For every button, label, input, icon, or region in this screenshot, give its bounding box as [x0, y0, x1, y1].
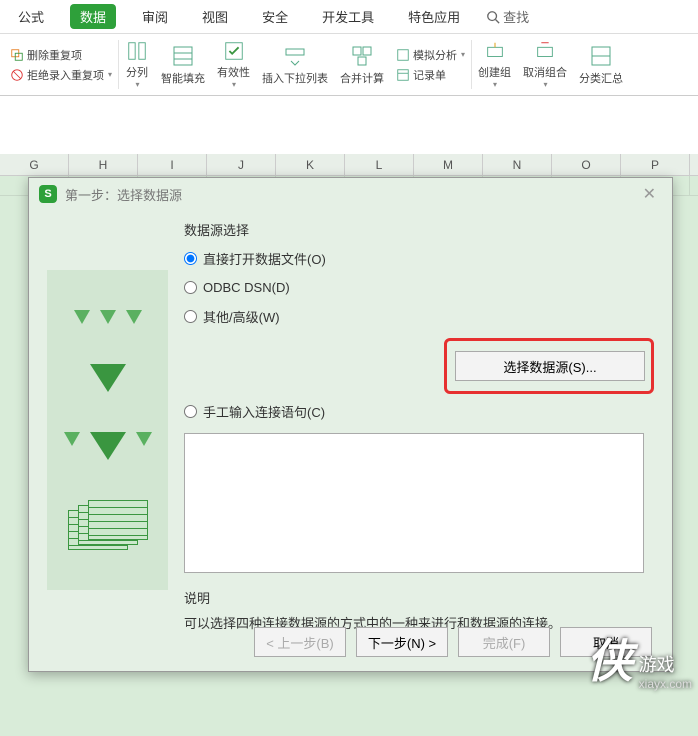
radio-manual[interactable]: 手工输入连接语句(C)	[184, 402, 654, 421]
tab-formula[interactable]: 公式	[10, 4, 52, 29]
ungroup-icon	[533, 40, 557, 62]
watermark-sub: 游戏	[639, 651, 692, 677]
consolidate-icon	[350, 44, 374, 68]
delete-duplicates-button[interactable]: 删除重复项	[10, 45, 112, 65]
watermark-url: xiayx.com	[639, 677, 692, 691]
subtotal-button[interactable]: 分类汇总	[573, 40, 629, 89]
radio-manual-input[interactable]	[184, 405, 197, 418]
description-label: 说明	[184, 588, 654, 607]
radio-other-input[interactable]	[184, 310, 197, 323]
col-header[interactable]: H	[69, 154, 138, 175]
split-icon	[125, 40, 149, 62]
delete-duplicates-icon	[10, 48, 24, 62]
col-header[interactable]: M	[414, 154, 483, 175]
search-icon	[486, 10, 500, 24]
smart-fill-icon	[171, 44, 195, 68]
consolidate-button[interactable]: 合并计算	[334, 40, 390, 89]
app-logo-icon: S	[39, 185, 57, 203]
toolbar-group-analysis: 模拟分析▾ 记录单	[390, 40, 472, 89]
close-button[interactable]: ✕	[637, 184, 662, 204]
column-headers: G H I J K L M N O P	[0, 154, 698, 176]
record-form-button[interactable]: 记录单	[396, 65, 465, 85]
subtotal-icon	[589, 44, 613, 68]
radio-odbc[interactable]: ODBC DSN(D)	[184, 280, 654, 295]
dialog-titlebar: S 第一步：选择数据源 ✕	[29, 178, 672, 210]
finish-button: 完成(F)	[458, 627, 550, 657]
radio-odbc-input[interactable]	[184, 281, 197, 294]
col-header[interactable]: G	[0, 154, 69, 175]
reject-duplicates-icon	[10, 68, 24, 82]
search-label: 查找	[503, 7, 529, 26]
reject-duplicates-button[interactable]: 拒绝录入重复项▾	[10, 65, 112, 85]
col-header[interactable]: J	[207, 154, 276, 175]
smart-fill-button[interactable]: 智能填充	[155, 40, 211, 89]
chevron-down-icon: ▾	[108, 70, 112, 79]
connection-string-textarea[interactable]	[184, 433, 644, 573]
validity-icon	[222, 40, 246, 62]
tab-view[interactable]: 视图	[194, 4, 236, 29]
dialog-illustration	[47, 270, 168, 590]
col-header[interactable]: I	[138, 154, 207, 175]
create-group-icon	[483, 40, 507, 62]
col-header[interactable]: O	[552, 154, 621, 175]
col-header[interactable]: N	[483, 154, 552, 175]
sheets-icon	[68, 500, 148, 550]
ribbon-toolbar: 删除重复项 拒绝录入重复项▾ 分列▾ 智能填充 有效性▾ 插入下拉列表 合并计算	[0, 34, 698, 96]
select-datasource-dialog: S 第一步：选择数据源 ✕ 数据源选择 直接打开数据文件(O) ODBC DSN…	[28, 177, 673, 672]
radio-direct-file[interactable]: 直接打开数据文件(O)	[184, 249, 654, 268]
col-header[interactable]: K	[276, 154, 345, 175]
radio-other[interactable]: 其他/高级(W)	[184, 307, 654, 326]
validity-button[interactable]: 有效性▾	[211, 40, 256, 89]
col-header[interactable]: P	[621, 154, 690, 175]
datasource-section-label: 数据源选择	[184, 220, 654, 239]
radio-direct-file-input[interactable]	[184, 252, 197, 265]
toolbar-group-duplicates: 删除重复项 拒绝录入重复项▾	[4, 40, 119, 89]
record-form-icon	[396, 68, 410, 82]
prev-button: < 上一步(B)	[254, 627, 346, 657]
tab-security[interactable]: 安全	[254, 4, 296, 29]
scenario-button[interactable]: 模拟分析▾	[396, 45, 465, 65]
search-box[interactable]: 查找	[486, 7, 529, 26]
dropdown-icon	[283, 44, 307, 68]
ribbon-tabs: 公式 数据 审阅 视图 安全 开发工具 特色应用 查找	[0, 0, 698, 34]
dialog-title: 第一步：选择数据源	[65, 185, 182, 204]
highlight-annotation: 选择数据源(S)...	[444, 338, 654, 394]
watermark: 侠 游戏 xiayx.com	[587, 625, 692, 691]
tab-review[interactable]: 审阅	[134, 4, 176, 29]
ungroup-button[interactable]: 取消组合▾	[517, 40, 573, 89]
tab-data[interactable]: 数据	[70, 4, 116, 29]
insert-dropdown-button[interactable]: 插入下拉列表	[256, 40, 334, 89]
tab-special[interactable]: 特色应用	[400, 4, 468, 29]
col-header[interactable]: L	[345, 154, 414, 175]
watermark-char: 侠	[587, 625, 633, 691]
tab-devtools[interactable]: 开发工具	[314, 4, 382, 29]
text-to-columns-button[interactable]: 分列▾	[119, 40, 155, 89]
next-button[interactable]: 下一步(N) >	[356, 627, 448, 657]
create-group-button[interactable]: 创建组▾	[472, 40, 517, 89]
select-datasource-button[interactable]: 选择数据源(S)...	[455, 351, 645, 381]
scenario-icon	[396, 48, 410, 62]
